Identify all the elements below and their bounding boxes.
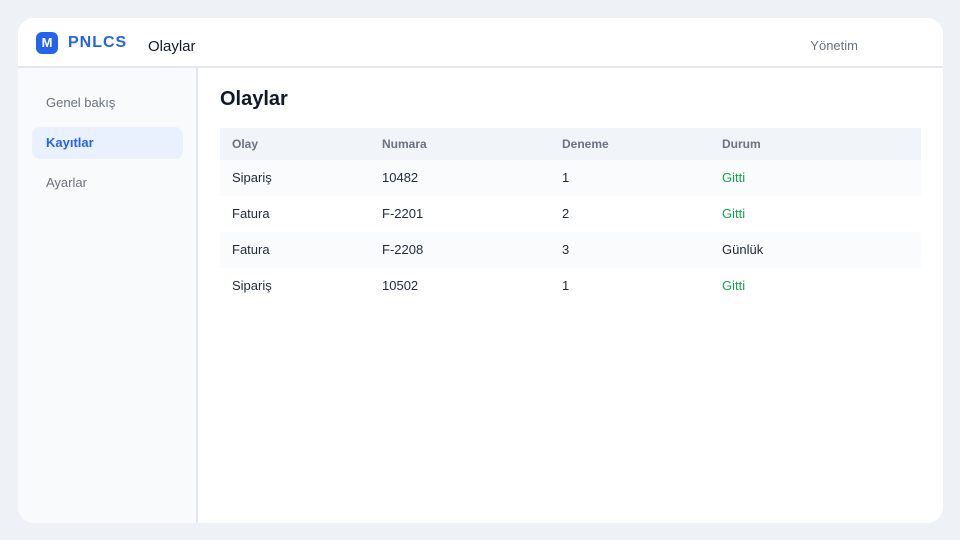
page-heading: Olaylar (148, 38, 196, 55)
cell-number: 10502 (382, 278, 419, 293)
brand-name: PNLCS (68, 34, 128, 51)
column-header-status[interactable]: Durum (722, 128, 761, 160)
page-title: Olaylar (220, 88, 288, 110)
admin-link[interactable]: Yönetim (810, 38, 858, 53)
cell-event: Sipariş (232, 278, 272, 293)
sidebar-item-logs[interactable]: Kayıtlar (32, 127, 183, 159)
top-bar: M PNLCS Olaylar Yönetim (18, 18, 943, 68)
events-table: Olay Numara Deneme Durum Sipariş 10482 1… (220, 128, 921, 304)
sidebar: Genel bakış Kayıtlar Ayarlar (18, 68, 198, 523)
sidebar-item-overview[interactable]: Genel bakış (32, 87, 183, 119)
table-row[interactable]: Fatura F-2201 2 Gitti (220, 196, 921, 232)
table-row[interactable]: Sipariş 10502 1 Gitti (220, 268, 921, 304)
column-header-attempt[interactable]: Deneme (562, 128, 609, 160)
table-row[interactable]: Fatura F-2208 3 Günlük (220, 232, 921, 268)
column-header-number[interactable]: Numara (382, 128, 427, 160)
cell-status: Gitti (722, 278, 746, 293)
cell-attempt: 2 (562, 206, 570, 221)
cell-attempt: 1 (562, 170, 570, 185)
cell-event: Fatura (232, 242, 270, 257)
cell-status: Gitti (722, 170, 746, 185)
logo-icon: M (36, 32, 58, 54)
cell-status: Günlük (722, 242, 764, 257)
cell-number: 10482 (382, 170, 419, 185)
cell-attempt: 1 (562, 278, 570, 293)
table-row[interactable]: Sipariş 10482 1 Gitti (220, 160, 921, 196)
cell-number: F-2201 (382, 206, 424, 221)
cell-number: F-2208 (382, 242, 424, 257)
cell-status: Gitti (722, 206, 746, 221)
sidebar-item-settings[interactable]: Ayarlar (32, 167, 183, 199)
cell-event: Fatura (232, 206, 270, 221)
table-header: Olay Numara Deneme Durum (220, 128, 921, 160)
app-window: M PNLCS Olaylar Yönetim Genel bakış Kayı… (18, 18, 943, 523)
cell-event: Sipariş (232, 170, 272, 185)
main-content: Olaylar Olay Numara Deneme Durum Sipariş… (198, 68, 943, 523)
column-header-event[interactable]: Olay (232, 128, 258, 160)
cell-attempt: 3 (562, 242, 570, 257)
